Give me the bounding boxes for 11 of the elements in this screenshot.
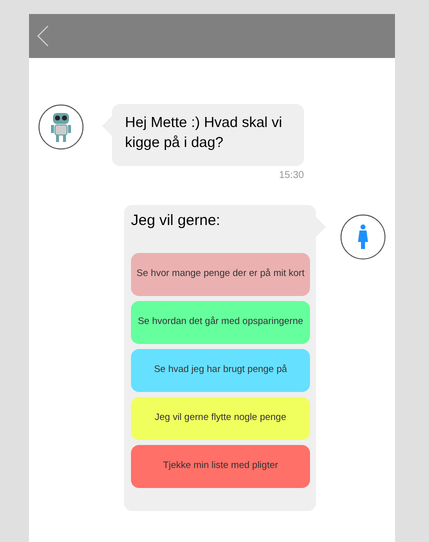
bot-message-text: Hej Mette :) Hvad skal vi kigge på i dag?	[125, 114, 284, 153]
user-message-text: Jeg vil gerne:	[131, 211, 222, 231]
robot-avatar-icon	[38, 104, 84, 150]
option-button[interactable]: Se hvor mange penge der er på mit kort	[131, 252, 310, 296]
person-avatar-icon	[340, 214, 386, 260]
back-icon[interactable]	[37, 25, 49, 47]
option-button[interactable]: Se hvordan det går med opsparingerne	[131, 300, 310, 344]
option-button[interactable]: Jeg vil gerne flytte nogle penge	[131, 396, 310, 440]
option-button[interactable]: Tjekke min liste med pligter	[131, 444, 310, 488]
message-time: 15:30	[278, 169, 304, 183]
option-button[interactable]: Se hvad jeg har brugt penge på	[131, 348, 310, 392]
